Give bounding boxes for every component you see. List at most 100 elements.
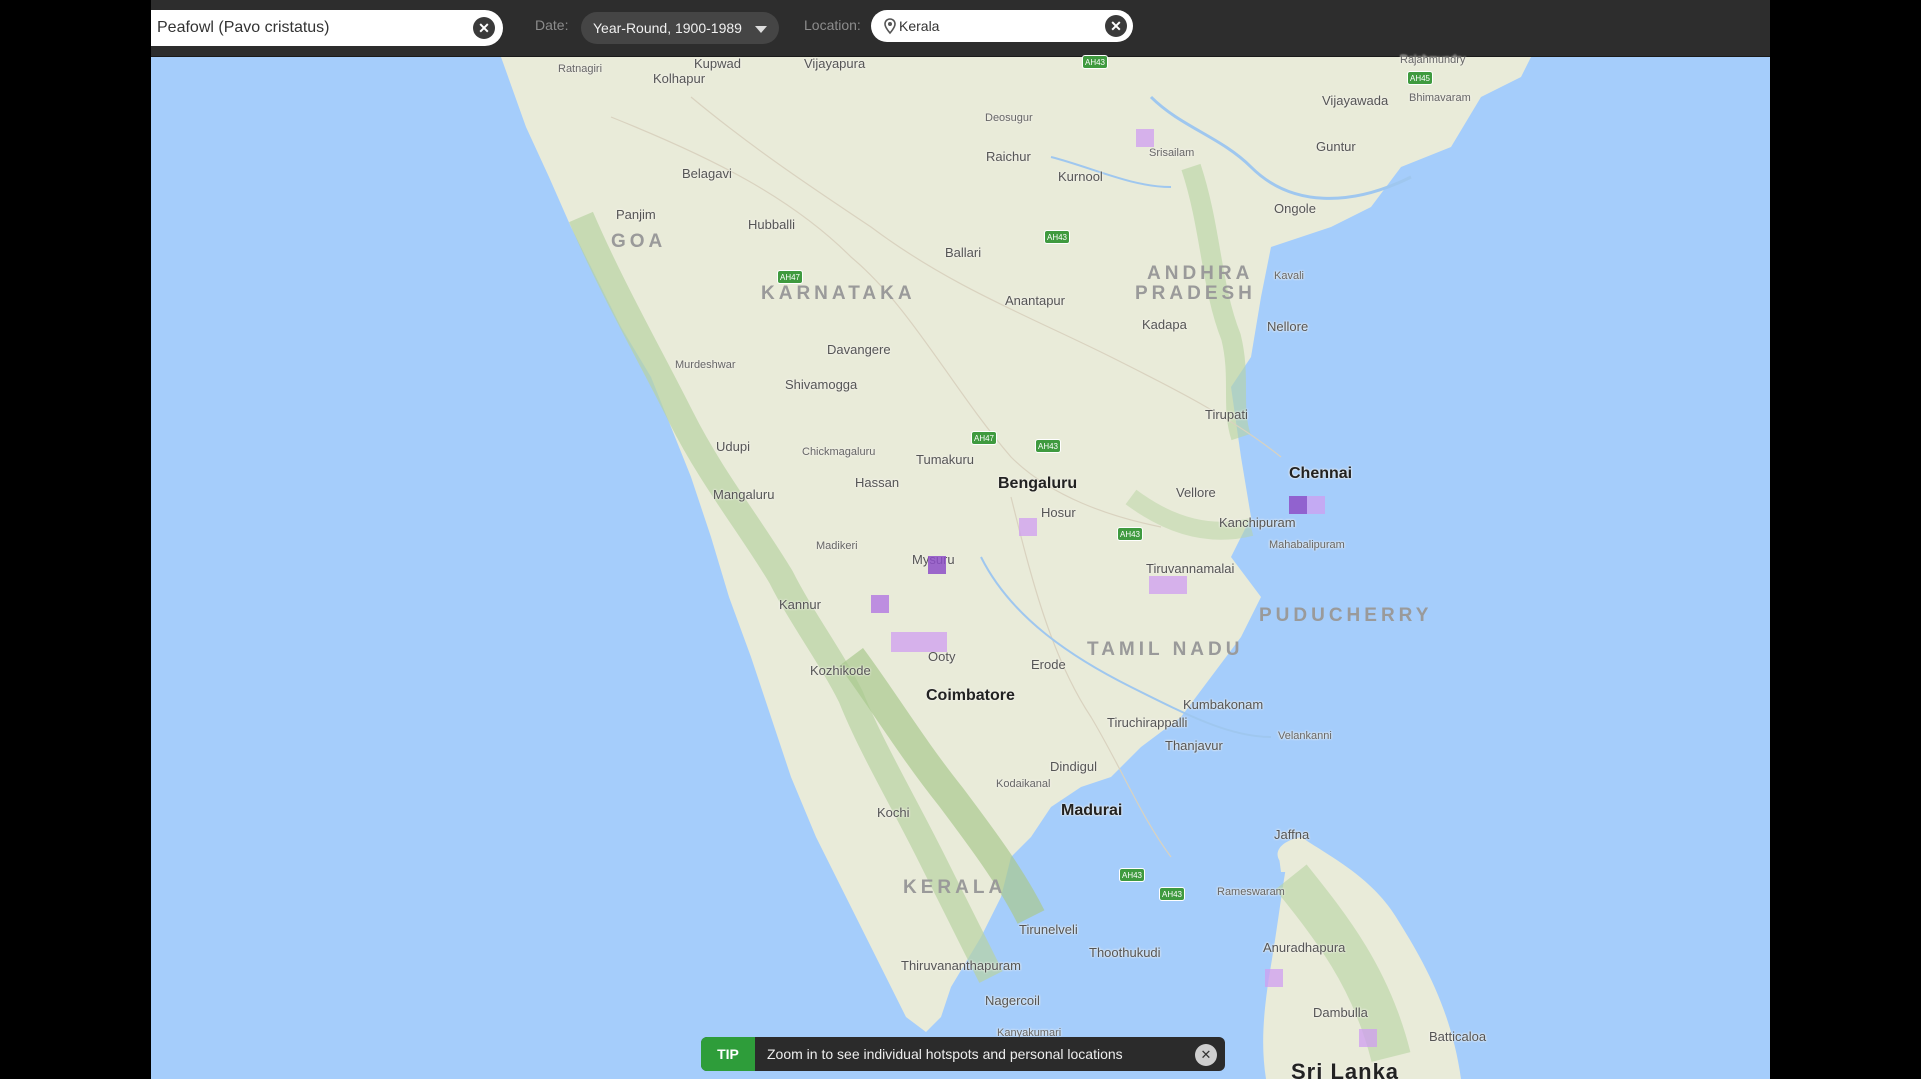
state-label-tamil-nadu: TAMIL NADU xyxy=(1087,639,1244,660)
city-label: Erode xyxy=(1031,657,1066,672)
city-label: Madurai xyxy=(1061,802,1123,819)
highway-shield: AH43 xyxy=(1119,868,1145,882)
city-label: Shivamogga xyxy=(785,377,858,392)
frequency-cell[interactable] xyxy=(1149,576,1187,594)
map-toolbar: Peafowl (Pavo cristatus) ✕ Date: Year-Ro… xyxy=(151,0,1770,57)
city-label: Ratnagiri xyxy=(558,63,603,75)
city-label: Chennai xyxy=(1289,465,1353,482)
close-icon[interactable]: ✕ xyxy=(1195,1044,1217,1066)
city-label: Vijayapura xyxy=(804,56,866,71)
city-label: Nagercoil xyxy=(985,993,1040,1008)
frequency-cell[interactable] xyxy=(891,632,947,652)
city-label: Kupwad xyxy=(694,56,741,71)
highway-shield: AH45 xyxy=(1407,71,1433,85)
frequency-cell[interactable] xyxy=(1289,496,1307,514)
state-label-andhra: ANDHRA xyxy=(1147,263,1254,284)
city-label: Hosur xyxy=(1041,505,1076,520)
city-label: Thoothukudi xyxy=(1089,945,1161,960)
state-label-karnataka: KARNATAKA xyxy=(761,283,916,304)
frequency-cell[interactable] xyxy=(1019,518,1037,536)
city-label: Davangere xyxy=(827,342,891,357)
frequency-cell[interactable] xyxy=(1307,496,1325,514)
clear-location-icon[interactable]: ✕ xyxy=(1105,15,1127,37)
tip-banner: TIP Zoom in to see individual hotspots a… xyxy=(701,1037,1225,1071)
city-label: Srisailam xyxy=(1149,147,1195,159)
city-label: Velankanni xyxy=(1278,730,1332,742)
city-label: Udupi xyxy=(716,439,750,454)
city-label: Ongole xyxy=(1274,201,1316,216)
city-label: Hassan xyxy=(855,475,900,490)
highway-shield: AH43 xyxy=(1082,55,1108,69)
clear-species-icon[interactable]: ✕ xyxy=(473,17,495,39)
city-label: Coimbatore xyxy=(926,687,1015,704)
city-label: Panjim xyxy=(616,207,656,222)
state-label-goa: GOA xyxy=(611,231,667,252)
state-label-puducherry: PUDUCHERRY xyxy=(1259,605,1433,626)
city-label: Kolhapur xyxy=(653,71,706,86)
city-label: Bhimavaram xyxy=(1409,92,1471,104)
city-label: Kanchipuram xyxy=(1219,515,1296,530)
map-basemap xyxy=(151,57,1770,1079)
city-label: Vellore xyxy=(1176,485,1216,500)
frequency-cell[interactable] xyxy=(871,595,889,613)
city-label: Murdeshwar xyxy=(675,359,736,371)
city-label: Dindigul xyxy=(1050,759,1097,774)
tip-badge: TIP xyxy=(701,1037,755,1071)
frequency-cell[interactable] xyxy=(1265,969,1283,987)
city-label: Chickmagaluru xyxy=(802,446,876,458)
city-label: Kodaikanal xyxy=(996,778,1051,790)
location-search-field[interactable]: Kerala ✕ xyxy=(871,10,1133,42)
tip-message: Zoom in to see individual hotspots and p… xyxy=(767,1046,1123,1062)
city-label: Tiruvannamalai xyxy=(1146,561,1235,576)
city-label: Kavali xyxy=(1274,270,1304,282)
species-search-value: Peafowl (Pavo cristatus) xyxy=(157,19,330,36)
highway-shield: AH43 xyxy=(1044,230,1070,244)
city-label: Tiruchirappalli xyxy=(1107,715,1188,730)
species-search-field[interactable]: Peafowl (Pavo cristatus) ✕ xyxy=(151,10,503,46)
city-label: Kumbakonam xyxy=(1183,697,1264,712)
date-label: Date: xyxy=(535,17,569,33)
ebird-map-app: Peafowl (Pavo cristatus) ✕ Date: Year-Ro… xyxy=(151,0,1770,1079)
state-label-kerala: KERALA xyxy=(903,877,1007,898)
city-label: Ballari xyxy=(945,245,982,260)
map-canvas[interactable]: GOA KARNATAKA ANDHRA PRADESH TAMIL NADU … xyxy=(151,54,1770,1079)
city-label: Kozhikode xyxy=(810,663,871,678)
city-label: Belagavi xyxy=(682,166,732,181)
city-label: Tumakuru xyxy=(916,452,975,467)
city-label: Anuradhapura xyxy=(1263,940,1346,955)
city-label: Rajahmundry xyxy=(1400,54,1466,66)
state-label-pradesh: PRADESH xyxy=(1135,283,1256,304)
location-label: Location: xyxy=(804,17,861,33)
city-label: Madikeri xyxy=(816,540,858,552)
city-label: Guntur xyxy=(1316,139,1356,154)
highway-shield: AH43 xyxy=(1159,887,1185,901)
highway-shield: AH47 xyxy=(971,431,997,445)
city-label: Thiruvananthapuram xyxy=(901,958,1021,973)
city-label: Dambulla xyxy=(1313,1005,1368,1020)
city-label: Anantapur xyxy=(1005,293,1065,308)
frequency-cell[interactable] xyxy=(1359,1029,1377,1047)
frequency-cell[interactable] xyxy=(928,556,946,574)
city-label: Tirupati xyxy=(1205,407,1248,422)
date-range-value: Year-Round, 1900-1989 xyxy=(593,20,742,36)
city-label: Mangaluru xyxy=(713,487,775,502)
city-label: Raichur xyxy=(986,149,1031,164)
city-label: Nellore xyxy=(1267,319,1309,334)
date-range-select[interactable]: Year-Round, 1900-1989 xyxy=(581,12,779,44)
city-label: Kannur xyxy=(779,597,821,612)
city-label: Hubballi xyxy=(748,217,795,232)
city-label: Deosugur xyxy=(985,112,1033,124)
highway-shield: AH43 xyxy=(1035,439,1061,453)
city-label: Tirunelveli xyxy=(1019,922,1078,937)
frequency-cell[interactable] xyxy=(1136,129,1154,147)
city-label: Kadapa xyxy=(1142,317,1187,332)
city-label: Batticaloa xyxy=(1429,1029,1487,1044)
city-label: Bengaluru xyxy=(998,475,1078,492)
city-label: Vijayawada xyxy=(1322,93,1389,108)
city-label: Thanjavur xyxy=(1165,738,1223,753)
city-label: Kurnool xyxy=(1058,169,1103,184)
city-label: Kochi xyxy=(877,805,910,820)
chevron-down-icon xyxy=(755,26,767,33)
city-label: Mahabalipuram xyxy=(1269,539,1345,551)
highway-shield: AH43 xyxy=(1117,527,1143,541)
